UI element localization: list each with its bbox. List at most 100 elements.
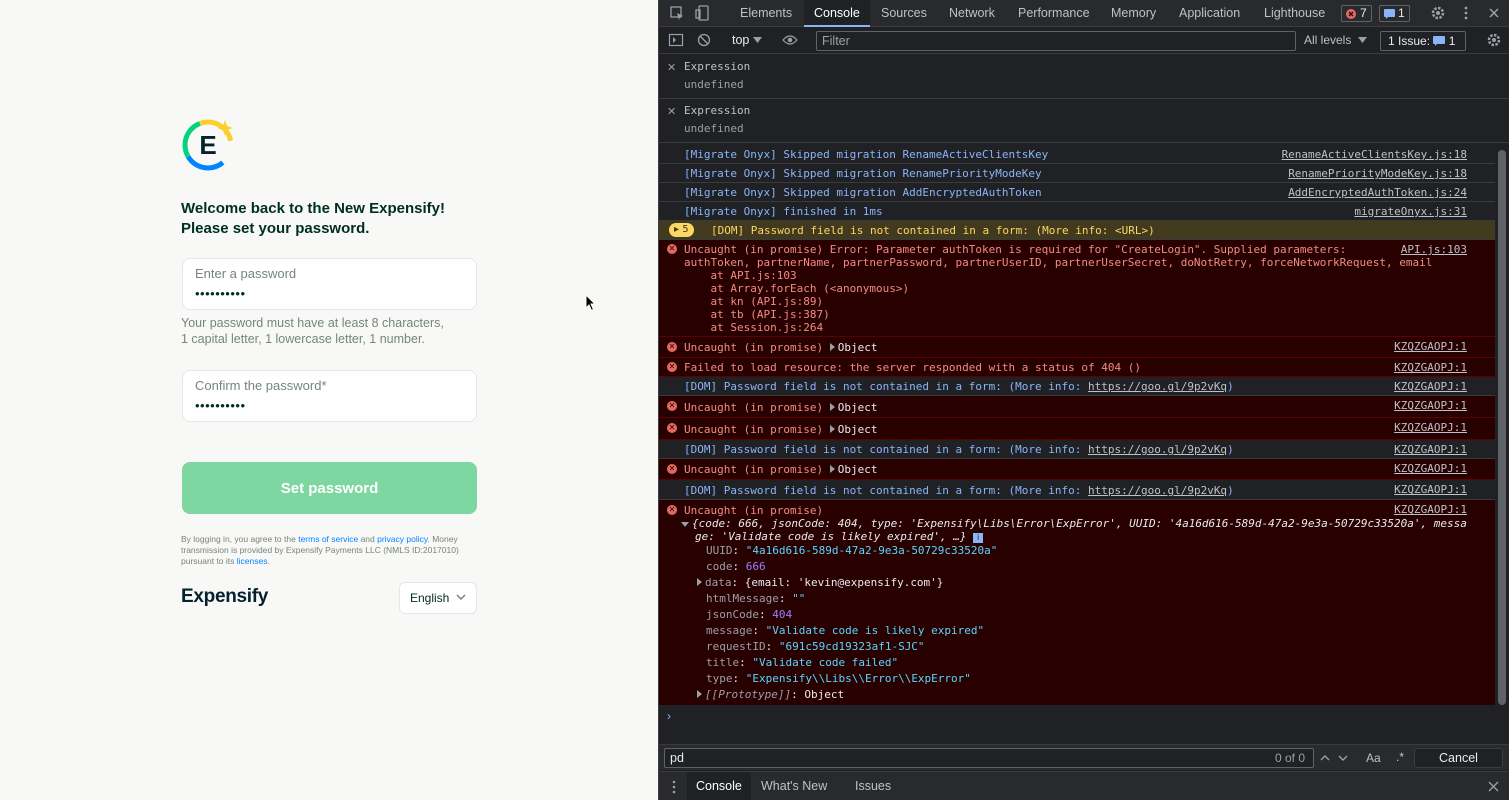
log-row: [DOM] Password field is not contained in… — [659, 377, 1495, 396]
stack-frame[interactable]: at kn (API.js:89) — [684, 295, 823, 308]
tab-performance[interactable]: Performance — [1018, 0, 1090, 27]
console-settings-gear-icon[interactable] — [1486, 32, 1502, 48]
set-password-button[interactable]: Set password — [182, 462, 477, 514]
remove-expression-icon[interactable]: ✕ — [667, 61, 676, 74]
prop-value: "Expensify\\Libs\\Error\\ExpError" — [745, 672, 971, 685]
object-expander[interactable]: Object — [829, 463, 878, 476]
prop-prototype[interactable]: [[Prototype]]: Object — [697, 688, 844, 701]
drawer-menu-icon[interactable] — [671, 780, 677, 794]
error-icon: ✕ — [667, 342, 677, 352]
log-source-link[interactable]: AddEncryptedAuthToken.js:24 — [1288, 186, 1467, 199]
log-message: [Migrate Onyx] Skipped migration RenameP… — [684, 167, 1042, 180]
sidebar-toggle-icon[interactable] — [668, 32, 684, 48]
close-icon[interactable] — [1486, 5, 1502, 21]
log-source-link[interactable]: KZQZGAOPJ:1 — [1394, 399, 1467, 412]
log-source-link[interactable]: RenamePriorityModeKey.js:18 — [1288, 167, 1467, 180]
match-case-toggle[interactable]: Aa — [1366, 751, 1381, 765]
object-expander[interactable]: Object — [829, 423, 877, 436]
log-source-link[interactable]: KZQZGAOPJ:1 — [1394, 462, 1467, 475]
info-icon[interactable]: i — [973, 533, 984, 543]
more-info-link[interactable]: https://goo.gl/9p2vKq — [1088, 380, 1227, 393]
log-source-link[interactable]: KZQZGAOPJ:1 — [1394, 483, 1467, 496]
licenses-link[interactable]: licenses — [237, 556, 268, 566]
prop-value: "" — [792, 592, 806, 605]
hint-line-1: Your password must have at least 8 chara… — [181, 316, 444, 330]
drawer-tab-issues[interactable]: Issues — [855, 772, 891, 800]
object-label: Object — [837, 463, 878, 476]
cancel-search-button[interactable]: Cancel — [1414, 748, 1503, 768]
regex-toggle[interactable]: .* — [1396, 750, 1404, 764]
log-source-link[interactable]: migrateOnyx.js:31 — [1354, 205, 1467, 218]
object-summary-text-2: ge: 'Validate code is likely expired', …… — [695, 530, 967, 543]
log-source-link[interactable]: KZQZGAOPJ:1 — [1394, 503, 1467, 516]
more-info-link[interactable]: https://goo.gl/9p2vKq — [1088, 484, 1227, 497]
password-field[interactable]: Enter a password •••••••••• — [182, 258, 477, 310]
scrollbar-thumb[interactable] — [1498, 150, 1506, 705]
language-picker[interactable]: English — [399, 582, 477, 614]
console-toolbar: top Filter All levels 1 Issue: 1 — [659, 27, 1509, 54]
remove-expression-icon[interactable]: ✕ — [667, 105, 676, 118]
close-drawer-icon[interactable] — [1488, 781, 1499, 792]
log-source-link[interactable]: KZQZGAOPJ:1 — [1394, 380, 1467, 393]
issues-button[interactable]: 1 Issue: 1 — [1380, 31, 1466, 51]
more-options-icon[interactable] — [1458, 5, 1474, 21]
log-source-link[interactable]: KZQZGAOPJ:1 — [1394, 340, 1467, 353]
log-levels-dropdown[interactable]: All levels — [1304, 33, 1367, 47]
tab-lighthouse[interactable]: Lighthouse — [1264, 0, 1325, 27]
prop-data[interactable]: data: {email: 'kevin@expensify.com'} — [697, 576, 943, 589]
prop-jsoncode: jsonCode: 404 — [706, 608, 793, 621]
stack-frame[interactable]: at API.js:103 — [684, 269, 796, 282]
password-label: Enter a password — [195, 266, 297, 281]
chevron-down-icon[interactable] — [1337, 752, 1349, 764]
prop-key: data — [705, 576, 732, 589]
log-source-link[interactable]: KZQZGAOPJ:1 — [1394, 443, 1467, 456]
search-input[interactable]: pd — [664, 748, 1314, 768]
prop-key: code — [706, 560, 733, 573]
welcome-line-2: Please set your password. — [181, 220, 370, 237]
tab-application[interactable]: Application — [1179, 0, 1240, 27]
clear-console-icon[interactable] — [697, 33, 711, 47]
object-summary[interactable]: {code: 666, jsonCode: 404, type: 'Expens… — [681, 517, 1467, 530]
privacy-policy-link[interactable]: privacy policy — [377, 534, 427, 544]
object-expander[interactable]: Object — [829, 401, 877, 414]
stack-frame[interactable]: at Session.js:264 — [684, 321, 823, 334]
prop-requestid: requestID: "691c59cd19323af1-SJC" — [706, 640, 925, 653]
tab-memory[interactable]: Memory — [1111, 0, 1156, 27]
confirm-password-field[interactable]: Confirm the password* •••••••••• — [182, 370, 477, 422]
prop-value: "4a16d616-589d-47a2-9e3a-50729c33520a" — [745, 544, 998, 557]
object-expander[interactable]: Object — [829, 341, 877, 354]
chevron-up-icon[interactable] — [1319, 752, 1331, 764]
warning-group-row[interactable]: ▸ 5 [DOM] Password field is not containe… — [659, 221, 1495, 240]
eye-icon[interactable] — [782, 34, 798, 46]
inspect-element-icon[interactable] — [669, 5, 685, 21]
log-source-link[interactable]: KZQZGAOPJ:1 — [1394, 421, 1467, 434]
tab-console[interactable]: Console — [804, 0, 870, 27]
log-source-link[interactable]: RenameActiveClientsKey.js:18 — [1282, 148, 1467, 161]
live-expression-label[interactable]: Expression — [684, 60, 750, 73]
svg-text:E: E — [199, 130, 216, 160]
prop-key: message — [706, 624, 753, 637]
warning-message: [DOM] Password field is not contained in… — [711, 224, 1155, 237]
drawer-tab-console[interactable]: Console — [687, 772, 751, 800]
terms-of-service-link[interactable]: terms of service — [298, 534, 358, 544]
prop-uuid: UUID: "4a16d616-589d-47a2-9e3a-50729c335… — [706, 544, 998, 557]
context-selector[interactable]: top — [732, 33, 749, 47]
issues-label: 1 Issue: — [1388, 34, 1431, 48]
device-toolbar-icon[interactable] — [695, 5, 711, 21]
log-source-link[interactable]: KZQZGAOPJ:1 — [1394, 361, 1467, 374]
tab-sources[interactable]: Sources — [881, 0, 927, 27]
log-source-link[interactable]: API.js:103 — [1401, 243, 1467, 256]
errors-badge[interactable]: 7 — [1341, 5, 1372, 22]
filter-input[interactable]: Filter — [816, 31, 1296, 51]
tab-elements[interactable]: Elements — [740, 0, 792, 27]
console-prompt-icon[interactable]: › — [667, 709, 671, 723]
tab-network[interactable]: Network — [949, 0, 995, 27]
console-scrollbar[interactable] — [1495, 145, 1509, 705]
stack-frame[interactable]: at tb (API.js:387) — [684, 308, 829, 321]
drawer-tab-whats-new[interactable]: What's New — [761, 772, 827, 800]
messages-badge[interactable]: 1 — [1379, 5, 1410, 22]
more-info-link[interactable]: https://goo.gl/9p2vKq — [1088, 443, 1227, 456]
dom-info-close: ) — [1227, 484, 1234, 497]
live-expression-label[interactable]: Expression — [684, 104, 750, 117]
gear-icon[interactable] — [1430, 5, 1446, 21]
